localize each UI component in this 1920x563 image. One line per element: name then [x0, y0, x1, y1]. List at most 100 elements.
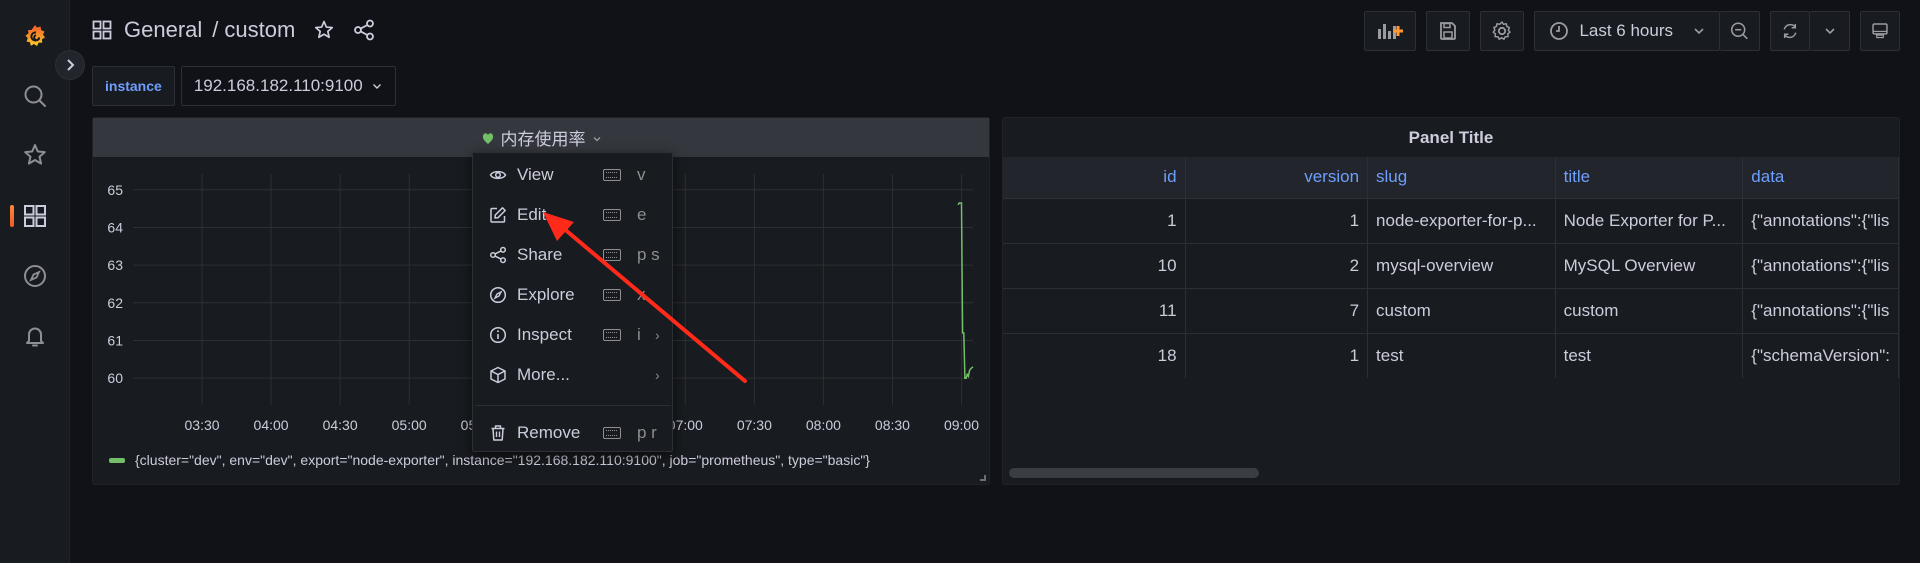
sidebar-item-search[interactable] — [0, 76, 70, 116]
sidebar-item-starred[interactable] — [0, 135, 70, 175]
grafana-logo[interactable] — [0, 16, 70, 56]
keyboard-icon — [603, 249, 621, 261]
table-row: 11 7 custom custom {"annotations":{"lis — [1003, 287, 1899, 333]
time-picker-button[interactable]: Last 6 hours — [1534, 11, 1720, 51]
monitor-icon — [1872, 23, 1888, 39]
column-header-version[interactable]: version — [1185, 157, 1369, 198]
table-row: 1 1 node-exporter-for-p... Node Exporter… — [1003, 197, 1899, 243]
cell-version: 7 — [1185, 287, 1369, 333]
chevron-down-icon — [1824, 28, 1835, 35]
dashboard-settings-button[interactable] — [1480, 11, 1525, 51]
panel-title[interactable]: Panel Title — [1003, 118, 1899, 157]
horizontal-scrollbar[interactable] — [1009, 468, 1259, 478]
table-header-row: id version slug title data — [1003, 157, 1899, 198]
menu-item-label: Inspect — [517, 325, 572, 344]
menu-item-explore[interactable]: Explore x — [473, 277, 672, 313]
eye-icon — [489, 166, 507, 184]
cell-title: Node Exporter for P... — [1555, 197, 1744, 243]
add-panel-button[interactable] — [1364, 11, 1417, 51]
cell-slug: node-exporter-for-p... — [1367, 197, 1556, 243]
keyboard-icon — [603, 427, 621, 439]
x-tick-label: 08:00 — [806, 417, 841, 433]
trash-icon — [489, 424, 507, 442]
info-circle-icon — [489, 326, 507, 344]
menu-item-more[interactable]: More... › — [473, 357, 672, 393]
panel-resize-handle[interactable] — [980, 475, 986, 481]
breadcrumb-folder[interactable]: General — [124, 17, 202, 43]
variable-value: 192.168.182.110:9100 — [193, 76, 363, 95]
series-line — [957, 202, 974, 379]
sidebar-item-alerting[interactable] — [0, 316, 70, 356]
menu-item-label: Share — [517, 245, 563, 264]
zoom-out-icon — [1730, 22, 1748, 40]
active-indicator — [10, 205, 14, 227]
menu-item-edit[interactable]: Edit e — [473, 197, 672, 233]
legend-series-label: {cluster="dev", env="dev", export="node-… — [135, 452, 870, 468]
menu-item-label: More... — [517, 365, 570, 384]
menu-item-label: Explore — [517, 285, 575, 304]
menu-item-shortcut: p s — [637, 245, 660, 264]
expand-sidebar-button[interactable] — [55, 50, 85, 80]
time-range-label: Last 6 hours — [1579, 21, 1673, 40]
menu-item-shortcut: i — [637, 325, 641, 344]
breadcrumb-dashboard[interactable]: custom — [224, 17, 295, 43]
legend-color-swatch — [109, 457, 125, 463]
keyboard-icon — [603, 209, 621, 221]
panel-context-menu: View v Edit e Share p s Explore x Inspec… — [472, 152, 673, 452]
x-tick-label: 04:00 — [254, 417, 289, 433]
time-range-group: Last 6 hours — [1534, 11, 1760, 51]
x-tick-label: 09:00 — [944, 417, 979, 433]
column-header-data[interactable]: data — [1742, 157, 1899, 198]
menu-item-inspect[interactable]: Inspect i › — [473, 317, 672, 353]
sidebar — [0, 0, 70, 563]
refresh-interval-dropdown[interactable] — [1810, 11, 1850, 51]
x-tick-label: 07:00 — [668, 417, 703, 433]
table-panel: Panel Title id version slug title data 1… — [1002, 117, 1900, 485]
cell-id: 11 — [1003, 287, 1186, 333]
sidebar-item-explore[interactable] — [0, 256, 70, 296]
table-row: 18 1 test test {"schemaVersion": — [1003, 332, 1899, 378]
variable-select-instance[interactable]: 192.168.182.110:9100 — [180, 66, 396, 106]
x-tick-label: 04:30 — [323, 417, 358, 433]
x-tick-label: 03:30 — [185, 417, 220, 433]
x-tick-label: 08:30 — [875, 417, 910, 433]
menu-item-shortcut: p r — [637, 423, 657, 442]
menu-item-view[interactable]: View v — [473, 157, 672, 193]
column-header-slug[interactable]: slug — [1367, 157, 1556, 198]
cell-id: 10 — [1003, 242, 1186, 288]
menu-item-shortcut: x — [637, 285, 646, 304]
star-dashboard-button[interactable] — [313, 19, 335, 41]
menu-item-label: Remove — [517, 423, 581, 442]
dashboard-toolbar: Last 6 hours — [1364, 11, 1900, 51]
zoom-out-time-button[interactable] — [1720, 11, 1760, 51]
gear-icon — [1492, 21, 1512, 40]
cell-slug: mysql-overview — [1367, 242, 1556, 288]
column-header-title[interactable]: title — [1555, 157, 1744, 198]
keyboard-icon — [603, 169, 621, 181]
cube-icon — [489, 366, 507, 384]
chart-legend[interactable]: {cluster="dev", env="dev", export="node-… — [109, 452, 870, 468]
add-panel-icon — [1378, 24, 1404, 39]
save-dashboard-button[interactable] — [1426, 11, 1471, 51]
cell-title: custom — [1555, 287, 1744, 333]
compass-icon — [24, 265, 46, 287]
chevron-right-icon: › — [655, 327, 660, 343]
edit-icon — [489, 206, 507, 224]
search-icon — [24, 85, 46, 107]
bell-icon — [26, 327, 44, 347]
chevron-down-icon — [372, 84, 381, 89]
share-dashboard-button[interactable] — [353, 19, 375, 41]
chevron-right-icon — [67, 59, 75, 71]
chevron-right-icon: › — [655, 367, 660, 383]
column-header-id[interactable]: id — [1003, 157, 1186, 198]
refresh-button[interactable] — [1770, 11, 1810, 51]
sidebar-item-dashboards[interactable] — [0, 196, 70, 236]
clock-icon — [1550, 22, 1569, 40]
menu-item-share[interactable]: Share p s — [473, 237, 672, 273]
menu-item-remove[interactable]: Remove p r — [473, 415, 672, 451]
save-icon — [1440, 22, 1457, 40]
tv-mode-button[interactable] — [1860, 11, 1900, 51]
cell-title: MySQL Overview — [1555, 242, 1744, 288]
cell-data: {"annotations":{"lis — [1742, 197, 1899, 243]
share-icon — [354, 19, 375, 41]
